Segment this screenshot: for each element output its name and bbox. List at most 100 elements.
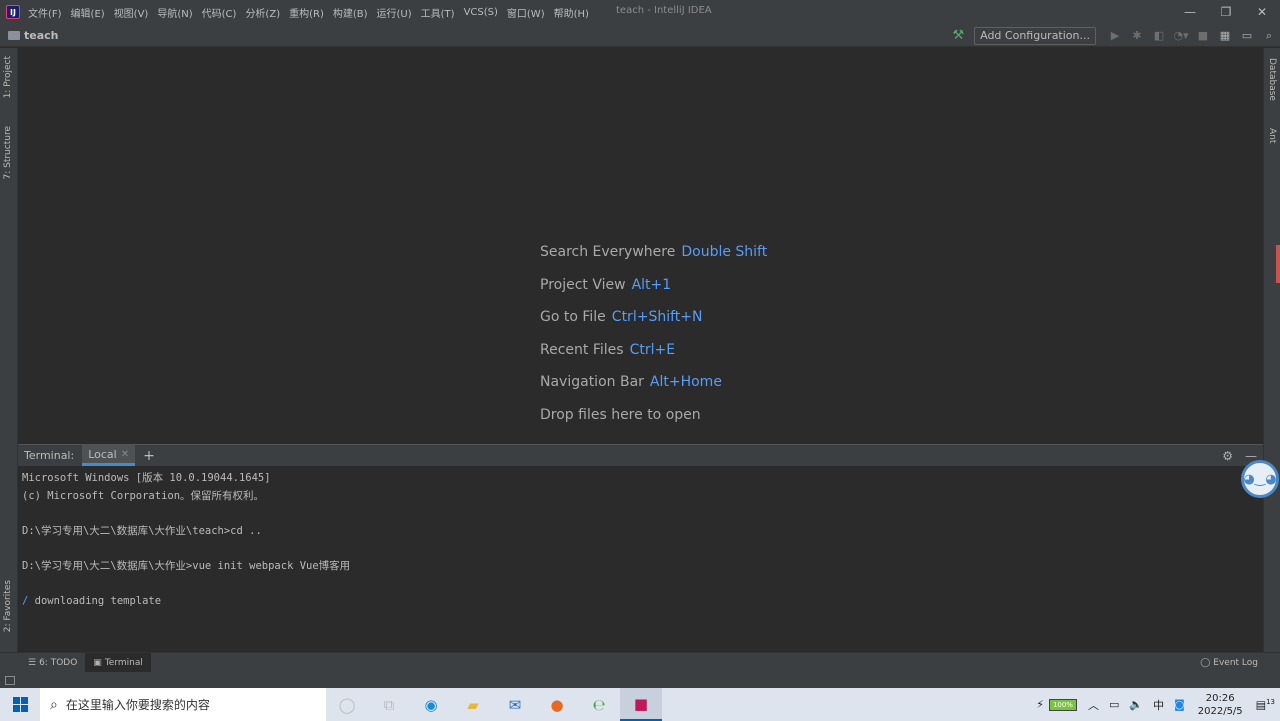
windows-logo-icon [12,697,28,712]
system-tray: ⚡ 100% ︿ ▭ 🔈 中 ◙ 20:26 2022/5/5 ▤13 [1031,688,1280,721]
volume-icon[interactable]: 🔈 [1129,698,1143,711]
menu-navigate[interactable]: 导航(N) [157,5,192,20]
cortana-icon[interactable]: ◯ [326,688,368,721]
notification-center-icon[interactable]: ▤13 [1256,698,1275,712]
menu-run[interactable]: 运行(U) [377,5,412,20]
menu-analyze[interactable]: 分析(Z) [245,5,280,20]
task-view-icon[interactable]: ⧉ [368,688,410,721]
tool-tab-terminal[interactable]: ▣ Terminal [85,653,151,672]
add-configuration-button[interactable]: Add Configuration... [974,26,1096,45]
terminal-header: Terminal: Local ✕ + ⚙ — [18,444,1263,466]
hint-recent-files: Recent Files Ctrl+E [540,342,676,358]
run-toolbar: ⚒ Add Configuration... ▶ ✱ ◧ ◔▾ ■ ▦ ▭ ⌕ [952,24,1280,47]
bottom-tool-bar: ☰ 6: TODO ▣ Terminal ◯ Event Log [0,652,1280,672]
floating-assistant-avatar[interactable]: ◕‿◕ [1241,460,1279,498]
profile-icon[interactable]: ◔▾ [1170,25,1192,47]
charging-icon[interactable]: ⚡ [1036,698,1044,711]
debug-icon[interactable]: ✱ [1126,25,1148,47]
terminal-icon: ▣ [93,657,102,668]
ie-browser-icon[interactable]: ℮ [578,688,620,721]
todo-list-icon: ☰ [28,657,37,668]
network-icon[interactable]: ▭ [1109,698,1119,711]
hint-go-to-file: Go to File Ctrl+Shift+N [540,309,703,325]
ide-window: IJ 文件(F) 编辑(E) 视图(V) 导航(N) 代码(C) 分析(Z) 重… [0,0,1280,721]
battery-indicator[interactable]: 100% [1048,698,1077,711]
tool-tab-project[interactable]: 1: Project [3,56,13,98]
error-stripe-marker[interactable] [1276,245,1280,283]
close-tab-icon[interactable]: ✕ [121,449,129,460]
stop-icon[interactable]: ■ [1192,25,1214,47]
qq-icon[interactable]: ◙ [1174,698,1185,711]
tool-tab-structure[interactable]: 7: Structure [3,126,13,180]
run-icon[interactable]: ▶ [1104,25,1126,47]
presentation-icon[interactable]: ▭ [1236,25,1258,47]
hint-drop-files: Drop files here to open [540,407,701,423]
terminal-line: D:\学习专用\大二\数据库\大作业\teach>cd .. [22,524,262,537]
menu-edit[interactable]: 编辑(E) [71,5,105,20]
hint-search-everywhere: Search Everywhere Double Shift [540,244,768,260]
window-title: teach - IntelliJ IDEA [616,5,712,16]
intellij-logo-icon[interactable]: IJ [6,5,20,19]
terminal-line: D:\学习专用\大二\数据库\大作业>vue init webpack Vue博… [22,559,351,572]
settings-gear-icon[interactable]: ⚙ [1222,449,1233,463]
search-icon: ⌕ [50,696,58,713]
breadcrumb-project[interactable]: teach [24,29,59,42]
clock[interactable]: 20:26 2022/5/5 [1198,692,1243,718]
tool-tab-database[interactable]: Database [1267,58,1277,101]
project-structure-icon[interactable]: ▦ [1214,25,1236,47]
left-tool-strip: 1: Project 7: Structure 2: Favorites [0,48,18,652]
menu-code[interactable]: 代码(C) [202,5,237,20]
tool-tab-favorites[interactable]: 2: Favorites [3,580,13,632]
notification-count: 13 [1266,697,1275,706]
search-icon[interactable]: ⌕ [1258,25,1280,47]
firefox-icon[interactable]: ● [536,688,578,721]
terminal-output[interactable]: Microsoft Windows [版本 10.0.19044.1645] (… [18,466,1263,652]
terminal-title: Terminal: [24,449,75,462]
file-explorer-icon[interactable]: ▰ [452,688,494,721]
menu-view[interactable]: 视图(V) [114,5,149,20]
folder-icon [8,30,20,40]
event-log-button[interactable]: ◯ Event Log [1200,653,1258,672]
taskbar-search-box[interactable]: ⌕ 在这里输入你要搜索的内容 [40,688,326,721]
build-hammer-icon[interactable]: ⚒ [952,28,964,43]
menu-bar: IJ 文件(F) 编辑(E) 视图(V) 导航(N) 代码(C) 分析(Z) 重… [0,0,1280,24]
close-button[interactable]: ✕ [1244,0,1280,24]
ime-indicator[interactable]: 中 [1153,697,1164,713]
windows-taskbar: ⌕ 在这里输入你要搜索的内容 ◯ ⧉ ◉ ▰ ✉ ● ℮ ■ ⚡ 100% ︿ … [0,688,1280,721]
new-terminal-tab-icon[interactable]: + [143,448,155,464]
terminal-progress-line: / downloading template [22,594,162,607]
clock-time: 20:26 [1205,692,1235,704]
mail-icon[interactable]: ✉ [494,688,536,721]
start-button[interactable] [0,688,40,721]
menu-file[interactable]: 文件(F) [28,5,62,20]
intellij-taskbar-icon[interactable]: ■ [620,688,662,721]
terminal-line: (c) Microsoft Corporation。保留所有权利。 [22,489,265,502]
show-hidden-icons-icon[interactable]: ︿ [1088,697,1099,713]
menu-help[interactable]: 帮助(H) [554,5,589,20]
menu-vcs[interactable]: VCS(S) [464,7,498,18]
navigation-bar: teach ⚒ Add Configuration... ▶ ✱ ◧ ◔▾ ■ … [0,24,1280,47]
status-bar [0,672,1280,688]
edge-browser-icon[interactable]: ◉ [410,688,452,721]
menu-tools[interactable]: 工具(T) [421,5,455,20]
tool-tab-todo[interactable]: ☰ 6: TODO [20,653,85,672]
clock-date: 2022/5/5 [1197,705,1243,717]
terminal-tab-local[interactable]: Local ✕ [82,445,136,466]
right-tool-strip: Database Ant [1263,48,1280,652]
terminal-line: Microsoft Windows [版本 10.0.19044.1645] [22,472,271,484]
menu-refactor[interactable]: 重构(R) [289,5,324,20]
menu-build[interactable]: 构建(B) [333,5,368,20]
maximize-button[interactable]: ❐ [1208,0,1244,24]
editor-empty-state: Search Everywhere Double Shift Project Vi… [18,48,1263,444]
event-log-icon: ◯ [1200,657,1211,668]
coverage-icon[interactable]: ◧ [1148,25,1170,47]
tool-tab-ant[interactable]: Ant [1267,128,1277,143]
hint-project-view: Project View Alt+1 [540,277,672,293]
minimize-button[interactable]: — [1172,0,1208,24]
toggle-tool-windows-icon[interactable] [5,675,15,685]
window-controls: — ❐ ✕ [1172,0,1280,24]
menu-window[interactable]: 窗口(W) [507,5,545,20]
